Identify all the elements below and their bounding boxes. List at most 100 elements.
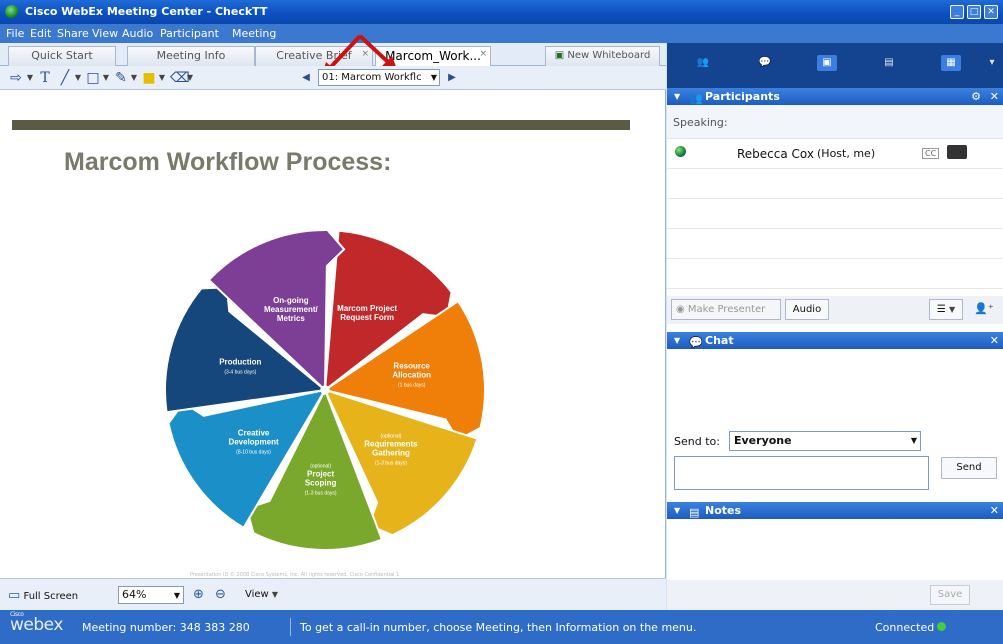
chevron-down-icon[interactable]: ▼ xyxy=(130,69,138,87)
menu-participant[interactable]: Participant xyxy=(160,27,219,40)
chevron-down-icon: ▼ xyxy=(910,436,917,445)
minimize-button[interactable]: _ xyxy=(950,5,964,19)
chevron-down-icon[interactable]: ▼ xyxy=(102,69,110,87)
webex-logo-text: webex xyxy=(10,615,63,635)
list-item xyxy=(667,169,1003,199)
close-tab-icon[interactable]: × xyxy=(479,45,487,63)
maximize-button[interactable]: □ xyxy=(967,5,981,19)
notes-text-area[interactable] xyxy=(667,519,1003,580)
collapse-triangle-icon[interactable]: ▼ xyxy=(674,88,680,105)
wheel-segment-label: (8-10 bus days) xyxy=(236,449,271,455)
notes-panel-icon[interactable]: ▤ xyxy=(879,55,899,71)
previous-slide-icon[interactable]: ◀ xyxy=(300,69,312,87)
tab-creative-brief[interactable]: Creative Brief × xyxy=(255,46,373,66)
list-view-button[interactable]: ☰ ▼ xyxy=(929,299,963,320)
viewer-bottom-bar: ▭ Full Screen 64% ▼ ⊕ ⊖ View ▼ xyxy=(0,578,666,610)
menu-file[interactable]: File xyxy=(6,27,24,40)
collapse-triangle-icon[interactable]: ▼ xyxy=(674,502,680,519)
slide-title: Marcom Workflow Process: xyxy=(64,148,392,176)
rectangle-tool-icon[interactable]: □ xyxy=(86,69,100,87)
wheel-segment-label: Measurement/ xyxy=(264,305,319,314)
tab-meeting-info[interactable]: Meeting Info xyxy=(127,46,255,66)
make-presenter-button[interactable]: ◉ Make Presenter xyxy=(671,299,781,320)
host-globe-icon xyxy=(675,146,686,157)
tab-quick-start[interactable]: Quick Start xyxy=(8,46,116,66)
chat-title: Chat xyxy=(705,334,734,347)
menu-share[interactable]: Share xyxy=(57,27,89,40)
participant-actions-bar: ◉ Make Presenter Audio ☰ ▼ 👤⁺ xyxy=(667,296,1003,324)
send-button[interactable]: Send xyxy=(941,457,997,479)
close-icon[interactable]: ✕ xyxy=(990,502,999,519)
zoom-in-icon[interactable]: ⊕ xyxy=(193,587,204,602)
participant-row[interactable]: Rebecca Cox (Host, me) CC xyxy=(667,139,1003,169)
close-icon[interactable]: ✕ xyxy=(990,332,999,349)
full-screen-button[interactable]: ▭ Full Screen xyxy=(8,588,78,603)
highlighter-icon[interactable]: ✎ xyxy=(114,69,128,87)
next-slide-icon[interactable]: ▶ xyxy=(446,69,458,87)
eraser-icon[interactable]: ⌫ xyxy=(170,69,190,87)
send-to-select[interactable]: Everyone ▼ xyxy=(729,431,921,451)
polling-panel-icon[interactable]: ▦ xyxy=(941,55,961,71)
slide-select[interactable]: 01: Marcom Workflc ▼ xyxy=(318,69,440,86)
wheel-segment-label: (3-4 bus days) xyxy=(224,370,256,376)
save-notes-button[interactable]: Save xyxy=(930,585,970,605)
audio-button[interactable]: Audio xyxy=(785,299,829,320)
collapse-triangle-icon[interactable]: ▼ xyxy=(674,332,680,349)
menu-edit[interactable]: Edit xyxy=(30,27,51,40)
title-bar: Cisco WebEx Meeting Center - CheckTT _ □… xyxy=(0,0,1003,24)
wheel-segment-label: Request Form xyxy=(340,313,394,322)
zoom-select[interactable]: 64% ▼ xyxy=(118,586,184,604)
slide-select-value: 01: Marcom Workflc xyxy=(322,72,422,83)
wheel-segment-label: Production xyxy=(219,358,261,367)
participants-panel-icon[interactable]: 👥 xyxy=(693,55,713,71)
make-presenter-label: Make Presenter xyxy=(687,304,766,315)
menu-view[interactable]: View xyxy=(92,27,118,40)
chevron-down-icon[interactable]: ▼ xyxy=(26,69,34,87)
close-button[interactable]: ✕ xyxy=(984,5,998,19)
workflow-wheel-diagram: Marcom ProjectRequest Form ResourceAlloca… xyxy=(164,229,486,551)
notes-panel-header[interactable]: ▼ ▤ Notes ✕ xyxy=(667,502,1003,519)
zoom-value: 64% xyxy=(122,588,147,601)
list-item xyxy=(667,229,1003,259)
chevron-down-icon[interactable]: ▼ xyxy=(186,69,194,87)
chevron-down-icon[interactable]: ▼ xyxy=(74,69,82,87)
chevron-down-icon: ▼ xyxy=(271,590,279,599)
wheel-segment-label: Project xyxy=(307,469,334,478)
invite-participant-icon[interactable]: 👤⁺ xyxy=(970,299,998,320)
zoom-out-icon[interactable]: ⊖ xyxy=(215,587,226,602)
panels-sidebar: 👥 💬 ▣ ▤ ▦ ▾ ▼ 👥 Participants ⚙ ✕ Speakin… xyxy=(667,43,1003,610)
pointer-arrow-icon[interactable]: ⇨ xyxy=(8,69,24,87)
menu-meeting[interactable]: Meeting xyxy=(232,27,276,40)
video-camera-icon[interactable] xyxy=(947,145,967,159)
participant-role: (Host, me) xyxy=(817,147,876,160)
view-label: View xyxy=(245,589,269,600)
close-icon[interactable]: ✕ xyxy=(990,88,999,105)
list-icon: ☰ xyxy=(936,304,946,315)
tab-marcom-workflow[interactable]: Marcom_Work... × xyxy=(375,46,491,66)
connection-indicator-icon xyxy=(937,622,946,631)
close-tab-icon[interactable]: × xyxy=(361,45,369,63)
chat-message-input[interactable] xyxy=(674,456,929,490)
whiteboard-icon: ▣ xyxy=(554,50,565,61)
line-tool-icon[interactable]: ╱ xyxy=(58,69,72,87)
notes-title: Notes xyxy=(705,504,742,517)
color-picker-icon[interactable]: ■ xyxy=(142,69,156,87)
speaking-indicator: Speaking: xyxy=(667,105,1003,139)
view-menu-button[interactable]: View ▼ xyxy=(245,589,278,600)
wheel-segment-label: Development xyxy=(228,437,279,446)
menu-audio[interactable]: Audio xyxy=(122,27,153,40)
chevron-down-icon[interactable]: ▾ xyxy=(985,55,999,71)
settings-gear-icon[interactable]: ⚙ xyxy=(971,88,981,105)
participants-panel-header[interactable]: ▼ 👥 Participants ⚙ ✕ xyxy=(667,88,1003,105)
text-tool-icon[interactable]: T xyxy=(38,69,52,87)
chevron-down-icon: ▼ xyxy=(430,73,437,82)
video-panel-icon[interactable]: ▣ xyxy=(817,55,837,71)
call-in-tip: To get a call-in number, choose Meeting,… xyxy=(300,621,697,634)
chevron-down-icon[interactable]: ▼ xyxy=(158,69,166,87)
chat-panel-header[interactable]: ▼ 💬 Chat ✕ xyxy=(667,332,1003,349)
wheel-segment-label: Metrics xyxy=(277,314,306,323)
list-item xyxy=(667,199,1003,229)
chat-panel-icon[interactable]: 💬 xyxy=(755,55,775,71)
new-whiteboard-button[interactable]: ▣ New Whiteboard xyxy=(545,46,660,66)
window-title: Cisco WebEx Meeting Center - CheckTT xyxy=(25,5,268,18)
